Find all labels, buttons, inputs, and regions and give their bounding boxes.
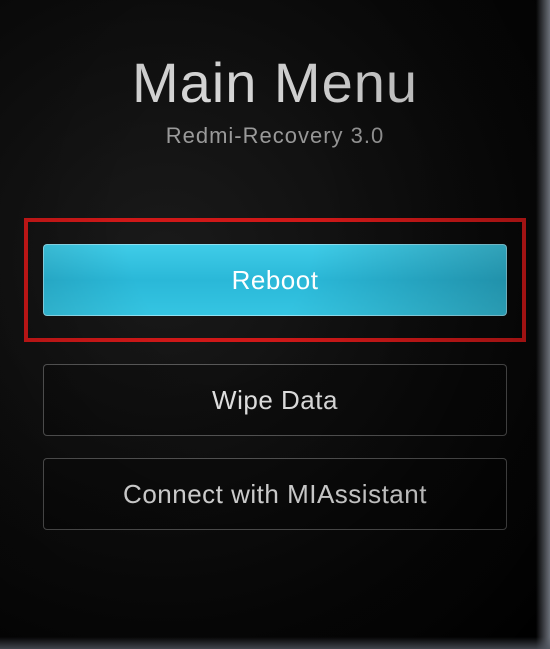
annotation-highlight: Reboot bbox=[24, 218, 526, 342]
connect-miassistant-button[interactable]: Connect with MIAssistant bbox=[43, 458, 507, 530]
page-title: Main Menu bbox=[132, 50, 418, 115]
wipe-data-button[interactable]: Wipe Data bbox=[43, 364, 507, 436]
page-subtitle: Redmi-Recovery 3.0 bbox=[166, 123, 385, 149]
main-menu: Reboot Wipe Data Connect with MIAssistan… bbox=[25, 244, 525, 530]
recovery-screen: Main Menu Redmi-Recovery 3.0 Reboot Wipe… bbox=[0, 0, 550, 649]
reboot-button[interactable]: Reboot bbox=[43, 244, 507, 316]
